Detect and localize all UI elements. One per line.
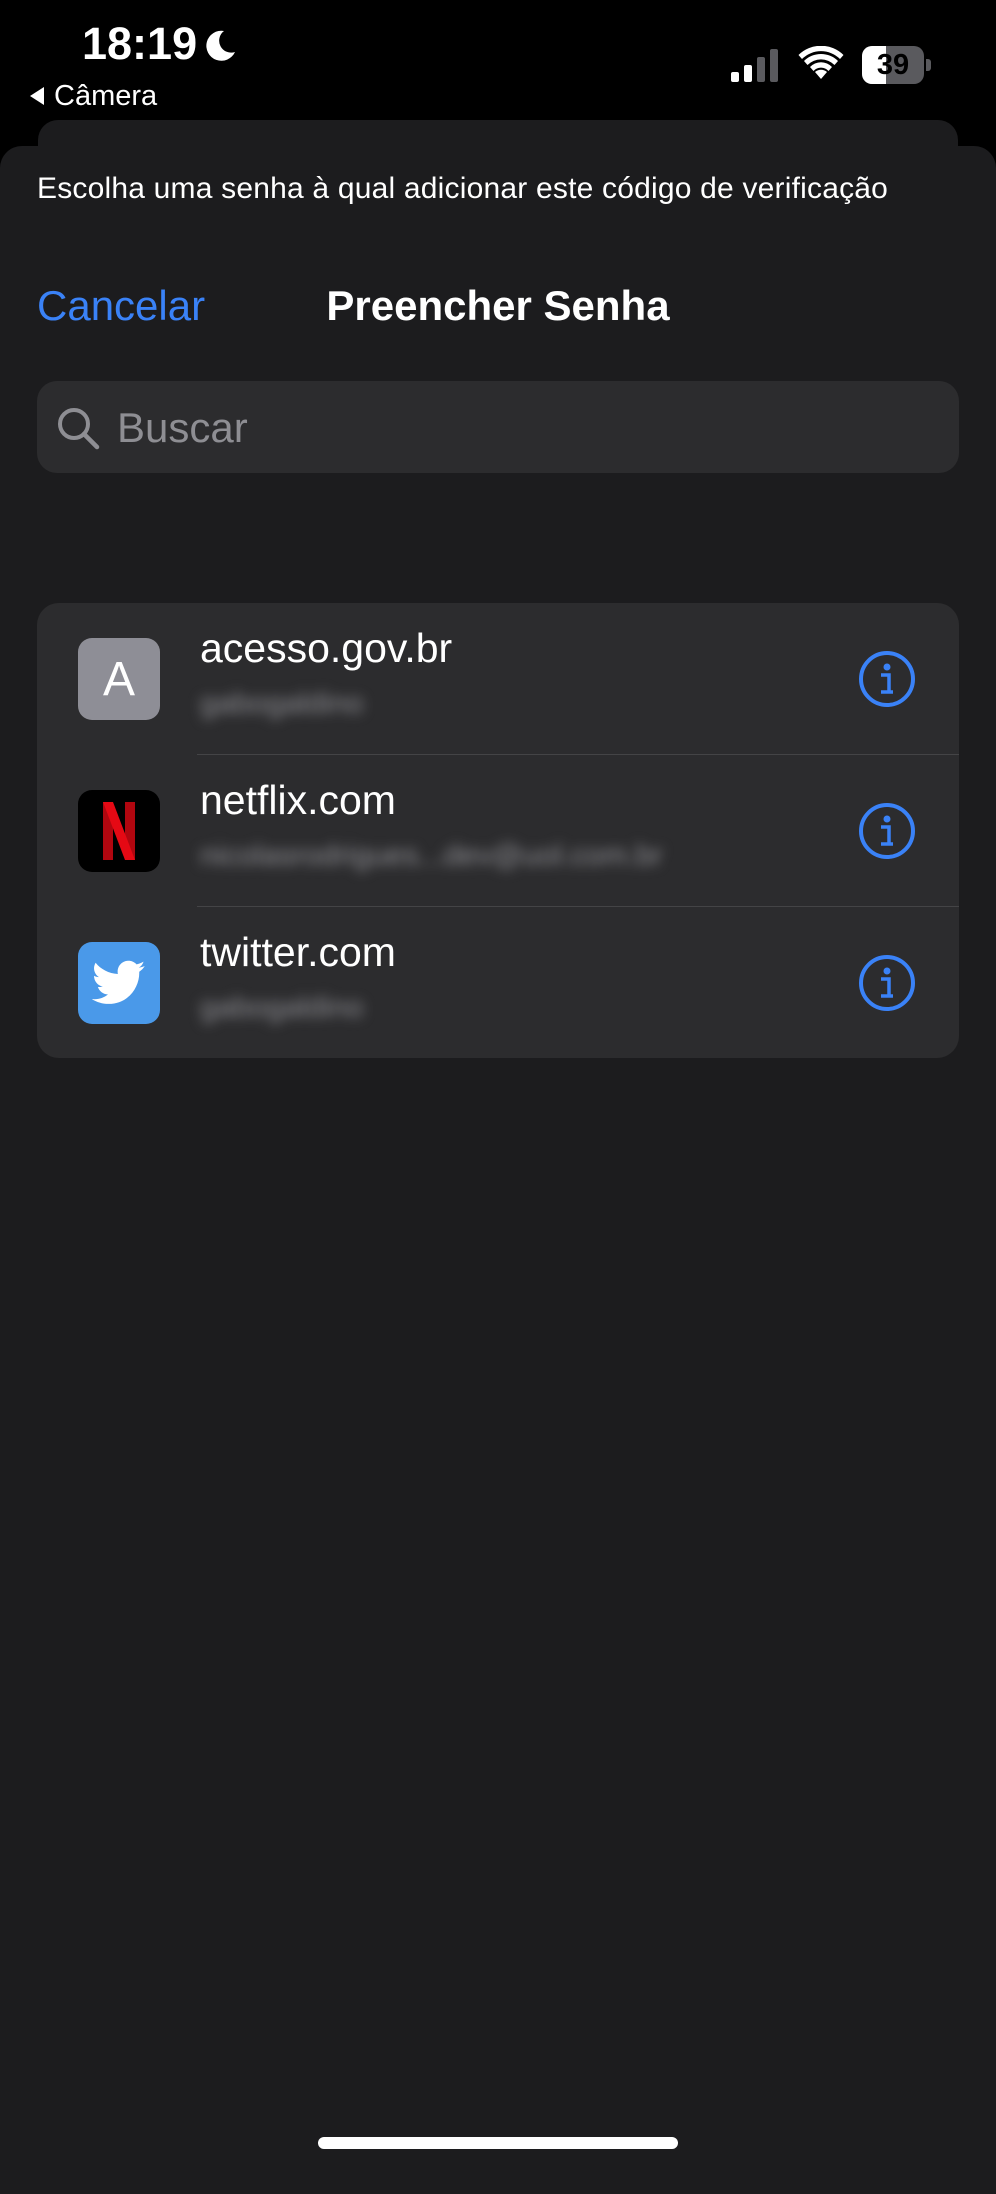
info-button[interactable]	[857, 801, 917, 861]
twitter-bird-icon	[78, 942, 160, 1024]
info-button[interactable]	[857, 953, 917, 1013]
sheet-title: Preencher Senha	[326, 282, 670, 329]
account-domain: twitter.com	[200, 929, 396, 975]
wifi-icon	[798, 46, 844, 79]
back-triangle-icon	[30, 87, 44, 105]
search-input[interactable]	[115, 381, 939, 475]
search-bar[interactable]	[37, 381, 959, 475]
netflix-icon	[78, 790, 160, 872]
account-domain: acesso.gov.br	[200, 625, 453, 671]
cellular-signal-icon	[731, 49, 778, 82]
status-bar: 18:19 Câmera 39	[0, 0, 996, 120]
account-username: gabogaldino	[200, 991, 364, 1024]
letter-a-icon: A	[78, 638, 160, 720]
list-item-acesso[interactable]: A acesso.gov.br gabogaldino	[37, 603, 959, 755]
account-username: nicolasrodrigues...dev@uol.com.br	[200, 839, 663, 872]
battery-level: 39	[876, 48, 910, 81]
list-item-netflix[interactable]: netflix.com nicolasrodrigues...dev@uol.c…	[37, 755, 959, 907]
info-icon	[859, 651, 915, 707]
password-list: A acesso.gov.br gabogaldino netflix.com …	[37, 603, 959, 1058]
sheet-prompt: Escolha uma senha à qual adicionar este …	[37, 172, 889, 205]
moon-icon	[206, 30, 235, 61]
info-button[interactable]	[857, 649, 917, 709]
info-icon	[859, 803, 915, 859]
account-domain: netflix.com	[200, 777, 396, 823]
info-icon	[859, 955, 915, 1011]
account-username: gabogaldino	[200, 687, 364, 720]
list-item-twitter[interactable]: twitter.com gabogaldino	[37, 907, 959, 1058]
home-indicator[interactable]	[318, 2137, 678, 2149]
back-to-camera-link[interactable]: Câmera	[28, 78, 157, 114]
back-label: Câmera	[54, 79, 158, 112]
status-time: 18:19	[82, 18, 198, 69]
search-icon	[58, 408, 100, 450]
battery-indicator: 39	[862, 46, 932, 86]
